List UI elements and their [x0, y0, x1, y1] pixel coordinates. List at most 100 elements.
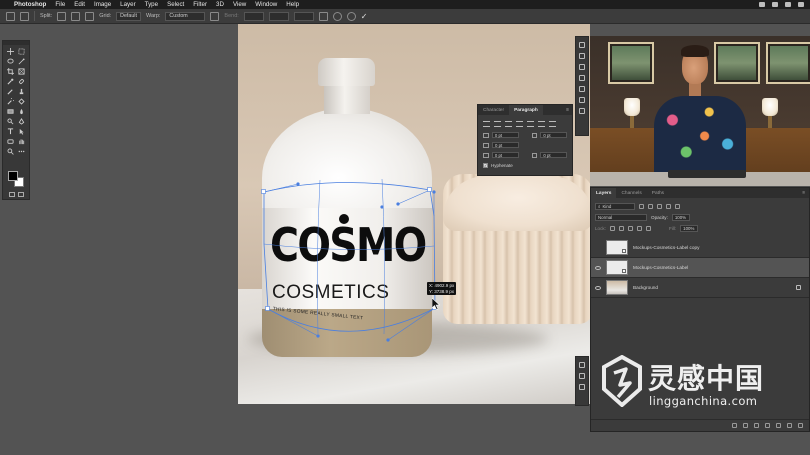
lock-artboard-icon[interactable] [636, 226, 642, 231]
filter-type-icon[interactable] [657, 204, 662, 209]
split-vertical-icon[interactable] [71, 11, 81, 21]
menu-app-name[interactable]: Photoshop [14, 1, 46, 8]
split-horizontal-icon[interactable] [85, 11, 95, 21]
screen-icon[interactable] [759, 2, 765, 7]
layer-style-icon[interactable] [743, 423, 748, 428]
opacity-field[interactable]: 100% [671, 214, 690, 221]
lock-icon[interactable] [796, 285, 801, 290]
lock-position-icon[interactable] [627, 226, 633, 231]
menu-filter[interactable]: Filter [193, 1, 207, 8]
crop-tool-icon[interactable] [6, 68, 14, 75]
filter-kind-dropdown[interactable]: ⌕ Kind [595, 203, 635, 210]
search-icon[interactable] [785, 2, 791, 7]
new-group-icon[interactable] [776, 423, 781, 428]
healing-brush-tool-icon[interactable] [17, 78, 25, 85]
space-before-field[interactable]: 0 pt [491, 152, 519, 158]
hyphenate-checkbox[interactable]: ✓ [483, 163, 488, 168]
lock-all-icon[interactable] [645, 226, 651, 231]
actions-panel-icon[interactable] [579, 384, 585, 390]
brush-tool-icon[interactable] [6, 88, 14, 95]
gradient-tool-icon[interactable] [6, 108, 14, 115]
visibility-eye-icon[interactable] [595, 246, 601, 250]
menu-file[interactable]: File [55, 1, 65, 8]
lock-pixels-icon[interactable] [618, 226, 624, 231]
eyedropper-tool-icon[interactable] [6, 78, 14, 85]
indent-first-line-field[interactable]: 0 pt [492, 142, 519, 148]
libraries-panel-icon[interactable] [579, 362, 585, 368]
visibility-eye-icon[interactable] [595, 265, 601, 270]
indent-right-field[interactable]: 0 pt [540, 132, 567, 138]
wifi-icon[interactable] [772, 2, 778, 7]
v-field[interactable] [293, 11, 314, 21]
home-icon[interactable] [6, 11, 15, 21]
reset-icon[interactable] [332, 11, 342, 21]
layer-row-background[interactable]: Background [591, 278, 809, 298]
color-panel-icon[interactable] [579, 42, 585, 48]
lock-transparent-icon[interactable] [609, 226, 615, 231]
bend-field[interactable] [243, 11, 264, 21]
rectangle-tool-icon[interactable] [6, 138, 14, 145]
screen-mode-icon[interactable] [18, 192, 24, 197]
filter-shape-icon[interactable] [666, 204, 671, 209]
warp-dropdown[interactable]: Custom [165, 11, 206, 21]
filter-smart-object-icon[interactable] [675, 204, 680, 209]
menu-help[interactable]: Help [286, 1, 299, 8]
link-layers-icon[interactable] [732, 423, 737, 428]
move-tool-icon[interactable] [6, 48, 14, 55]
filter-adjustment-icon[interactable] [648, 204, 653, 209]
split-crosswise-icon[interactable] [57, 11, 67, 21]
filter-pixel-icon[interactable] [639, 204, 644, 209]
tab-paths[interactable]: Paths [647, 188, 669, 198]
history-panel-icon[interactable] [579, 373, 585, 379]
justify-last-left-icon[interactable] [516, 121, 523, 127]
align-left-icon[interactable] [483, 121, 490, 127]
adjustments-panel-icon[interactable] [579, 64, 585, 70]
menu-image[interactable]: Image [94, 1, 111, 8]
menu-type[interactable]: Type [145, 1, 158, 8]
menu-3d[interactable]: 3D [216, 1, 224, 8]
control-center-icon[interactable] [798, 2, 804, 7]
character-panel-icon[interactable] [579, 97, 585, 103]
layer-row-label[interactable]: Mockups-Cosmetics-Label [591, 258, 809, 278]
hand-tool-icon[interactable] [17, 138, 25, 145]
lasso-tool-icon[interactable] [6, 58, 14, 65]
indent-left-field[interactable]: 0 pt [491, 132, 519, 138]
menu-layer[interactable]: Layer [120, 1, 135, 8]
menu-window[interactable]: Window [255, 1, 277, 8]
swatches-panel-icon[interactable] [579, 53, 585, 59]
commit-transform-icon[interactable]: ✓ [361, 12, 368, 21]
pen-tool-icon[interactable] [17, 118, 25, 125]
layer-row-label-copy[interactable]: Mockups-Cosmetics-Label copy [591, 238, 809, 258]
foreground-color-swatch[interactable] [8, 171, 18, 181]
eraser-tool-icon[interactable] [17, 98, 25, 105]
new-layer-icon[interactable] [787, 423, 792, 428]
fill-field[interactable]: 100% [680, 225, 699, 232]
toggle-warp-transform-icon[interactable] [318, 11, 328, 21]
menu-select[interactable]: Select [167, 1, 184, 8]
add-mask-icon[interactable] [754, 423, 759, 428]
magic-wand-tool-icon[interactable] [17, 58, 25, 65]
justify-last-center-icon[interactable] [527, 121, 534, 127]
warp-orientation-icon[interactable] [210, 11, 220, 21]
align-center-icon[interactable] [494, 121, 501, 127]
visibility-eye-icon[interactable] [595, 285, 601, 290]
justify-last-right-icon[interactable] [538, 121, 545, 127]
paragraph-panel-icon[interactable] [579, 108, 585, 114]
align-right-icon[interactable] [505, 121, 512, 127]
type-tool-icon[interactable] [6, 128, 14, 135]
blur-tool-icon[interactable] [17, 108, 25, 115]
stamp-tool-icon[interactable] [17, 88, 25, 95]
document-canvas[interactable]: COSMO COSMETICS THIS IS SOME REALLY SMAL… [238, 24, 590, 404]
blend-mode-dropdown[interactable]: Normal [595, 214, 647, 221]
tab-channels[interactable]: Channels [616, 188, 646, 198]
menu-view[interactable]: View [233, 1, 246, 8]
history-brush-tool-icon[interactable] [6, 98, 14, 105]
dodge-tool-icon[interactable] [6, 118, 14, 125]
menu-edit[interactable]: Edit [74, 1, 85, 8]
brush-settings-icon[interactable] [579, 86, 585, 92]
justify-all-icon[interactable] [549, 121, 556, 127]
quick-mask-icon[interactable] [9, 192, 15, 197]
adjustment-layer-icon[interactable] [765, 423, 770, 428]
frame-tool-icon[interactable] [17, 68, 25, 75]
path-selection-tool-icon[interactable] [17, 128, 25, 135]
